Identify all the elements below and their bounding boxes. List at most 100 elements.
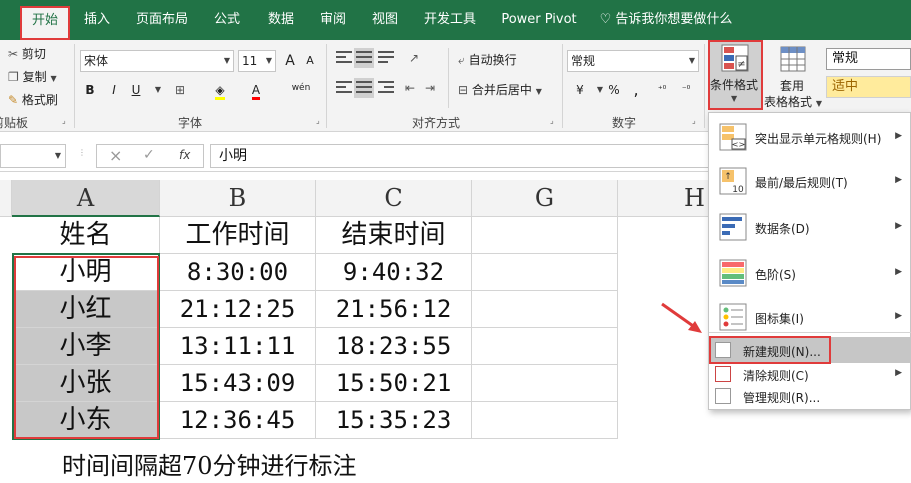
format-painter-button[interactable]: ✎ 格式刷 bbox=[8, 91, 58, 108]
select-all-corner[interactable] bbox=[0, 180, 12, 217]
name-box[interactable]: ▼ bbox=[0, 144, 66, 168]
tab-power-pivot[interactable]: Power Pivot bbox=[498, 0, 580, 40]
cell-c2[interactable]: 结束时间 bbox=[316, 217, 472, 254]
cell-c6[interactable]: 15:50:21 bbox=[316, 365, 472, 402]
dialog-launcher-icon[interactable]: ⌟ bbox=[62, 116, 66, 125]
conditional-formatting-icon: ≠ bbox=[721, 44, 749, 72]
column-header-a[interactable]: A bbox=[12, 180, 160, 217]
menu-item-top-bottom[interactable]: ↑ 10 最前/最后规则(T) ▶ bbox=[709, 161, 911, 201]
menu-item-color-scales[interactable]: 色阶(S) ▶ bbox=[709, 253, 911, 293]
chevron-right-icon: ▶ bbox=[895, 267, 902, 277]
cell-b6[interactable]: 15:43:09 bbox=[160, 365, 316, 402]
number-format-value: 常规 bbox=[571, 54, 596, 68]
tab-developer[interactable]: 开发工具 bbox=[418, 0, 482, 40]
tab-review[interactable]: 审阅 bbox=[312, 0, 354, 40]
cell-b3[interactable]: 8:30:00 bbox=[160, 254, 316, 291]
italic-button[interactable]: I bbox=[104, 80, 124, 100]
font-size-combo[interactable]: 11 ▼ bbox=[238, 50, 276, 72]
style-normal[interactable]: 常规 bbox=[826, 48, 911, 70]
cut-button[interactable]: ✂ 剪切 bbox=[8, 45, 46, 62]
table-format-icon bbox=[780, 46, 806, 72]
cell-c5[interactable]: 18:23:55 bbox=[316, 328, 472, 365]
font-color-button[interactable]: A bbox=[246, 80, 266, 100]
format-painter-label: 格式刷 bbox=[21, 93, 58, 107]
conditional-formatting-button[interactable]: ≠ 条件格式 ▼ bbox=[708, 40, 763, 110]
decrease-decimal-icon[interactable]: ⁻⁰ bbox=[676, 80, 696, 100]
style-neutral[interactable]: 适中 bbox=[826, 76, 911, 98]
align-middle-icon[interactable] bbox=[354, 48, 374, 68]
enter-icon[interactable]: ✓ bbox=[143, 147, 155, 163]
cell-g3[interactable] bbox=[472, 254, 618, 291]
tab-home[interactable]: 开始 bbox=[20, 6, 70, 40]
font-name-combo[interactable]: 宋体 ▼ bbox=[80, 50, 234, 72]
align-top-icon[interactable] bbox=[334, 48, 354, 68]
cell-b7[interactable]: 12:36:45 bbox=[160, 402, 316, 439]
cancel-icon[interactable]: × bbox=[109, 146, 122, 165]
dialog-launcher-icon[interactable]: ⌟ bbox=[692, 116, 696, 125]
format-as-table-button[interactable]: 套用 表格格式 ▼ bbox=[764, 40, 822, 110]
menu-item-label: 最前/最后规则(T) bbox=[755, 176, 848, 190]
grow-font-button[interactable]: A bbox=[280, 51, 300, 71]
phonetic-button[interactable]: wén bbox=[288, 78, 314, 98]
cell-b4[interactable]: 21:12:25 bbox=[160, 291, 316, 328]
percent-button[interactable]: % bbox=[604, 80, 624, 100]
column-header-c[interactable]: C bbox=[316, 180, 472, 217]
column-header-b[interactable]: B bbox=[160, 180, 316, 217]
menu-item-highlight-cells[interactable]: <> 突出显示单元格规则(H) ▶ bbox=[709, 117, 911, 157]
phonetic-icon: wén bbox=[291, 83, 311, 93]
column-header-g[interactable]: G bbox=[472, 180, 618, 217]
currency-button[interactable]: ¥ bbox=[570, 80, 590, 100]
comma-style-icon[interactable]: , bbox=[626, 80, 646, 100]
decrease-indent-icon[interactable]: ⇤ bbox=[400, 78, 420, 98]
increase-indent-icon[interactable]: ⇥ bbox=[420, 78, 440, 98]
merge-center-button[interactable]: ⊟ 合并后居中 ▼ bbox=[458, 81, 542, 98]
cell-g6[interactable] bbox=[472, 365, 618, 402]
menu-item-data-bars[interactable]: 数据条(D) ▶ bbox=[709, 207, 911, 247]
group-divider bbox=[704, 44, 705, 128]
format-as-table-label-1: 套用 bbox=[780, 79, 805, 93]
cell-c7[interactable]: 15:35:23 bbox=[316, 402, 472, 439]
svg-text:10: 10 bbox=[732, 185, 744, 195]
align-bottom-icon[interactable] bbox=[376, 48, 396, 68]
new-rule-highlight-box bbox=[709, 336, 831, 364]
cell-b2[interactable]: 工作时间 bbox=[160, 217, 316, 254]
menu-item-manage-rules[interactable]: 管理规则(R)... bbox=[709, 385, 911, 407]
tab-view[interactable]: 视图 bbox=[364, 0, 406, 40]
insert-function-icon[interactable]: fx bbox=[179, 148, 190, 162]
cell-c4[interactable]: 21:56:12 bbox=[316, 291, 472, 328]
percent-icon: % bbox=[608, 83, 620, 97]
chevron-down-icon: ▼ bbox=[265, 56, 272, 65]
tab-data[interactable]: 数据 bbox=[260, 0, 302, 40]
align-left-icon[interactable] bbox=[334, 78, 354, 98]
orientation-icon[interactable]: ↗ bbox=[404, 48, 424, 68]
dialog-launcher-icon[interactable]: ⌟ bbox=[316, 116, 320, 125]
tell-me-box[interactable]: ♡ 告诉我你想要做什么 bbox=[596, 0, 736, 40]
cell-c3[interactable]: 9:40:32 bbox=[316, 254, 472, 291]
copy-button[interactable]: ❐ 复制 ▼ bbox=[8, 68, 57, 85]
number-format-combo[interactable]: 常规 ▼ bbox=[567, 50, 699, 72]
menu-item-clear-rules[interactable]: 清除规则(C) ▶ bbox=[709, 363, 911, 385]
cell-g5[interactable] bbox=[472, 328, 618, 365]
tab-page-layout[interactable]: 页面布局 bbox=[130, 0, 194, 40]
borders-icon[interactable]: ⊞ bbox=[170, 80, 190, 100]
cell-g4[interactable] bbox=[472, 291, 618, 328]
shrink-font-button[interactable]: A bbox=[300, 51, 320, 71]
align-center-icon[interactable] bbox=[354, 78, 374, 98]
menu-item-icon-sets[interactable]: 图标集(I) ▶ bbox=[709, 297, 911, 337]
chevron-down-icon[interactable]: ▼ bbox=[148, 80, 168, 100]
fill-color-button[interactable]: ◈ bbox=[210, 80, 230, 100]
cell-g7[interactable] bbox=[472, 402, 618, 439]
cell-b5[interactable]: 13:11:11 bbox=[160, 328, 316, 365]
increase-decimal-icon[interactable]: ⁺⁰ bbox=[652, 80, 672, 100]
dialog-launcher-icon[interactable]: ⌟ bbox=[550, 116, 554, 125]
group-divider bbox=[448, 48, 449, 108]
font-color-icon: A bbox=[251, 83, 261, 100]
align-right-icon[interactable] bbox=[376, 78, 396, 98]
tab-formulas[interactable]: 公式 bbox=[206, 0, 248, 40]
underline-button[interactable]: U bbox=[126, 80, 146, 100]
bold-button[interactable]: B bbox=[80, 80, 100, 100]
cell-g2[interactable] bbox=[472, 217, 618, 254]
wrap-text-button[interactable]: ⤶ 自动换行 bbox=[458, 51, 517, 68]
cell-a2[interactable]: 姓名 bbox=[12, 217, 160, 254]
tab-insert[interactable]: 插入 bbox=[76, 0, 118, 40]
